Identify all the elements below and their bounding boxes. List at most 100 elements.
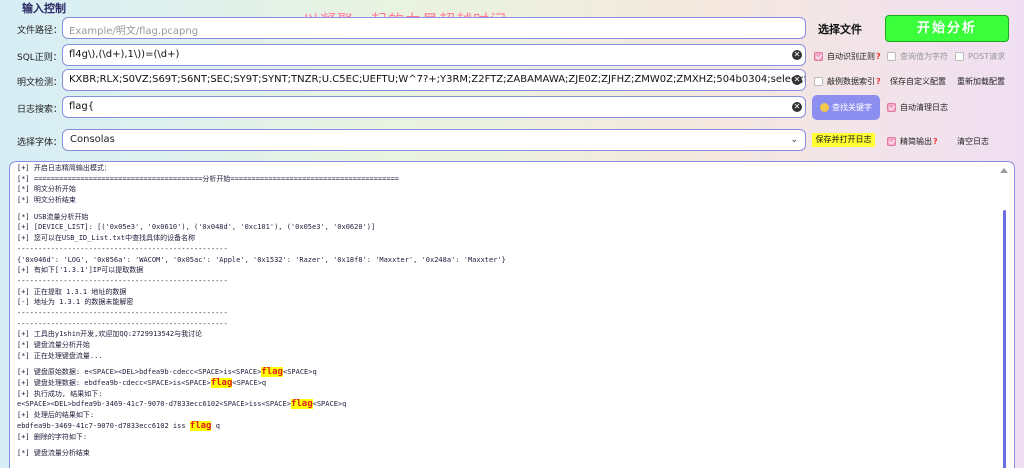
scroll-up-icon[interactable]	[1000, 168, 1008, 173]
log-lines: [+] 开启日志精简输出模式： [*] =====================…	[17, 163, 994, 459]
log-line-text: [+] 键盘处理数据: ebdfea9b-cdecc<SPACE>is<SPAC…	[17, 379, 211, 388]
font-select[interactable]: Consolas ⌄	[62, 129, 806, 151]
log-search-label: 日志搜索：	[17, 105, 63, 115]
log-line: {'0x046d': 'LOG', '0x056a': 'WACOM', '0x…	[17, 255, 994, 266]
checkbox-box	[814, 52, 823, 61]
log-line-text: e<SPACE><DEL>bdfea9b-3469-41c7-9070-d783…	[17, 400, 291, 409]
indicator-search-checkbox[interactable]: 敲例数据索引 ?	[814, 76, 881, 87]
log-line: ----------------------------------------…	[17, 319, 994, 330]
log-line-text: [+] 处理后的结果如下:	[17, 411, 95, 420]
keyword-highlight: flag	[261, 367, 283, 378]
checkbox-box	[955, 52, 964, 61]
log-line: [+] 有如下['1.3.1']IP可以提取数据	[17, 265, 994, 276]
file-path-input[interactable]: Example/明文/flag.pcapng	[62, 17, 806, 39]
clear-log-search-icon[interactable]: ✕	[792, 102, 802, 112]
clear-log-button[interactable]: 清空日志	[957, 136, 989, 147]
log-line: [+] 执行成功, 结果如下:	[17, 389, 994, 400]
reload-config-button[interactable]: 重新加载配置	[957, 76, 1005, 87]
log-line: ----------------------------------------…	[17, 244, 994, 255]
log-line: ----------------------------------------…	[17, 276, 994, 287]
log-line: [-] 地址为 1.3.1 的数据未能解密	[17, 297, 994, 308]
save-open-log-button[interactable]: 保存并打开日志	[812, 133, 875, 147]
post-request-checkbox[interactable]: POST请求	[955, 51, 1005, 62]
log-line: [*] 明文分析开始	[17, 184, 994, 195]
log-line: [+] 键盘原始数据: e<SPACE><DEL>bdfea9b-cdecc<S…	[17, 367, 994, 378]
log-line-text: [*] USB流量分析开始	[17, 212, 89, 221]
log-line-tail: <SPACE>q	[282, 368, 317, 377]
log-line-text: [*] 键盘流量分析结束	[17, 449, 90, 458]
save-config-button[interactable]: 保存自定义配置	[890, 76, 946, 87]
log-line: [+] 您可以在USB_ID_List.txt中查找具体的设备名称	[17, 233, 994, 244]
scrollbar-thumb[interactable]	[1003, 210, 1006, 468]
log-search-input[interactable]: flag{	[62, 96, 806, 118]
auto-regex-checkbox[interactable]: 自动识别正则 ?	[814, 51, 881, 62]
keyword-highlight: flag	[189, 420, 212, 431]
find-keyword-button[interactable]: 查找关键字	[812, 95, 880, 120]
log-console[interactable]: [+] 开启日志精简输出模式： [*] =====================…	[9, 161, 1015, 468]
log-line-text: ebdfea9b-3469-41c7-9070-d7833ecc6102 iss	[17, 421, 190, 430]
sql-regex-input[interactable]: fl4g\),(\d+),1\))=(\d+)	[62, 44, 806, 66]
section-title: 输入控制	[22, 2, 66, 15]
log-line-tail: <SPACE>q	[312, 400, 347, 409]
plain-detect-label: 明文检测：	[17, 78, 63, 88]
log-line: [+] [DEVICE_LIST]: [('0x05e3', '0x0610')…	[17, 222, 994, 233]
log-line-text: [*] 明文分析开始	[17, 185, 76, 194]
checkbox-box	[887, 137, 896, 146]
log-line-text: [-] 地址为 1.3.1 的数据未能解密	[17, 298, 134, 307]
log-line-text: [+] 您可以在USB_ID_List.txt中查找具体的设备名称	[17, 234, 196, 243]
log-line-text: [+] 执行成功, 结果如下:	[17, 389, 103, 398]
log-line-text: ----------------------------------------…	[17, 244, 228, 253]
post-request-label: POST请求	[968, 52, 1006, 61]
log-line: [+] 删除的字符如下:	[17, 432, 994, 443]
precise-output-checkbox[interactable]: 精简输出 ?	[887, 136, 938, 147]
checkbox-box	[814, 77, 823, 86]
file-path-label: 文件路径：	[17, 26, 63, 36]
log-line-text: ----------------------------------------…	[17, 276, 228, 285]
log-line-text: [+] 删除的字符如下:	[17, 432, 88, 441]
log-line-tail: q	[211, 421, 220, 430]
scrollbar[interactable]	[1000, 162, 1012, 468]
log-line-text: [*] 正在处理键盘流量...	[17, 351, 103, 360]
log-line-text: [+] 开启日志精简输出模式：	[17, 164, 111, 172]
auto-clear-log-label: 自动清理日志	[900, 103, 948, 112]
log-line-text: [*] ====================================…	[17, 174, 400, 183]
log-line-text: [*] 明文分析结束	[17, 196, 76, 205]
log-line: [*] 键盘流量分析结束	[17, 448, 994, 459]
help-question-icon[interactable]: ?	[933, 137, 938, 146]
start-analysis-button[interactable]: 开始分析	[885, 15, 1009, 42]
checkbox-box	[887, 103, 896, 112]
select-file-button[interactable]: 选择文件	[818, 21, 862, 37]
auto-regex-label: 自动识别正则	[827, 52, 875, 61]
keyword-highlight: flag	[290, 399, 313, 410]
log-line: [+] 处理后的结果如下:	[17, 410, 994, 421]
clear-sql-regex-icon[interactable]: ✕	[792, 50, 802, 60]
log-line: [*] USB流量分析开始	[17, 212, 994, 223]
log-line: [*] 正在处理键盘流量...	[17, 351, 994, 362]
log-line-tail: <SPACE>q	[232, 379, 267, 388]
chevron-down-icon: ⌄	[790, 135, 798, 145]
sql-regex-label: SQL正则：	[17, 53, 62, 63]
checkbox-box	[887, 52, 896, 61]
hex-string-label: 查询值为字符	[900, 52, 948, 61]
log-line: [*] 键盘流量分析开始	[17, 340, 994, 351]
keyword-highlight: flag	[210, 378, 233, 389]
clear-plain-detect-icon[interactable]: ✕	[792, 75, 802, 85]
log-line: e<SPACE><DEL>bdfea9b-3469-41c7-9070-d783…	[17, 399, 994, 410]
help-question-icon[interactable]: ?	[876, 52, 881, 61]
log-line-text: {'0x046d': 'LOG', '0x056a': 'WACOM', '0x…	[17, 255, 506, 264]
log-line: ebdfea9b-3469-41c7-9070-d7833ecc6102 iss…	[17, 420, 994, 432]
log-line: [*] 明文分析结束	[17, 195, 994, 206]
hex-string-checkbox[interactable]: 查询值为字符	[887, 51, 948, 62]
log-line: [+] 键盘处理数据: ebdfea9b-cdecc<SPACE>is<SPAC…	[17, 378, 994, 389]
log-line-text: ----------------------------------------…	[17, 319, 228, 328]
plain-detect-input[interactable]: KXBR;RLX;S0VZ;S69T;S6NT;SEC;SY9T;SYNT;TN…	[62, 69, 806, 91]
indicator-search-label: 敲例数据索引	[827, 77, 875, 86]
auto-clear-log-checkbox[interactable]: 自动清理日志	[887, 102, 948, 113]
help-question-icon[interactable]: ?	[876, 77, 881, 86]
log-line-text: [+] 工具由y1shin开发,欢迎加QQ:2729913542与我讨论	[17, 330, 203, 339]
log-line: [*] ====================================…	[17, 174, 994, 185]
precise-output-label: 精简输出	[900, 137, 932, 146]
log-line-text: [+] [DEVICE_LIST]: [('0x05e3', '0x0610')…	[17, 223, 376, 232]
font-select-label: 选择字体：	[17, 138, 63, 148]
font-select-value: Consolas	[70, 134, 115, 145]
